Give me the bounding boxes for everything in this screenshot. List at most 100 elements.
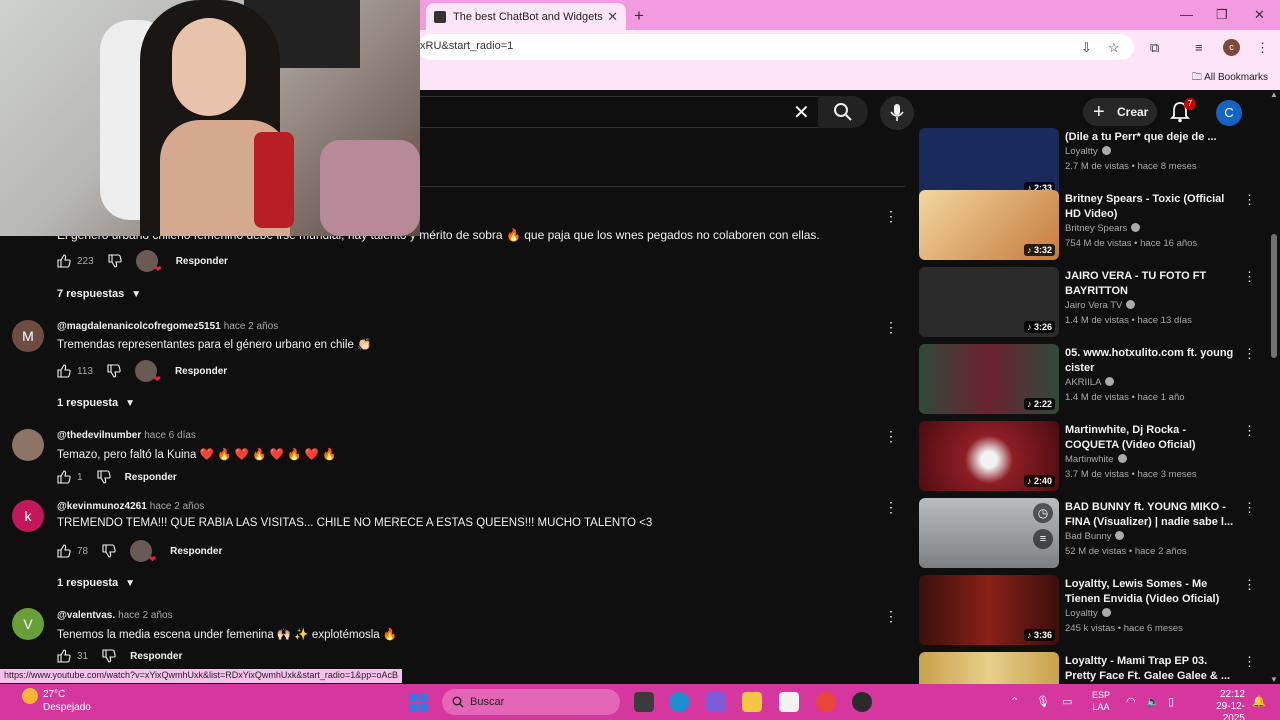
video-thumbnail[interactable]: ♪ 2:33 [919, 128, 1059, 198]
video-menu-icon[interactable]: ⋮ [1243, 192, 1256, 208]
related-video[interactable]: ♪ 3:26 JAIRO VERA - TU FOTO FT BAYRITTON… [916, 267, 1266, 337]
video-title[interactable]: Loyaltty, Lewis Somes - Me Tienen Envidi… [1065, 577, 1237, 607]
video-thumbnail[interactable]: ♪ 3:36 [919, 575, 1059, 645]
comment-menu-icon[interactable]: ⋮ [884, 428, 898, 445]
like-icon[interactable] [57, 470, 71, 484]
notifications-icon[interactable]: 🔔 [1252, 695, 1266, 708]
video-thumbnail[interactable]: ♪ 2:22 [919, 344, 1059, 414]
video-menu-icon[interactable]: ⋮ [1243, 500, 1256, 516]
voice-search-button[interactable] [880, 96, 914, 130]
microphone-icon[interactable]: 🎙 [1036, 695, 1050, 708]
file-explorer-icon[interactable] [742, 692, 762, 712]
view-replies-button[interactable]: 1 respuesta ▼ [57, 577, 135, 589]
video-menu-icon[interactable]: ⋮ [1243, 423, 1256, 439]
like-icon[interactable] [57, 254, 71, 268]
extensions-icon[interactable]: ⧉ [1150, 40, 1159, 56]
clear-search-icon[interactable]: ✕ [793, 100, 810, 125]
related-video[interactable]: ◷ ≡ BAD BUNNY ft. YOUNG MIKO - FINA (Vis… [916, 498, 1266, 568]
related-video[interactable]: ♪ 2:40 Martinwhite, Dj Rocka - COQUETA (… [916, 421, 1266, 491]
video-thumbnail[interactable]: ♪ 3:32 [919, 190, 1059, 260]
new-tab-icon[interactable]: + [634, 6, 644, 26]
reply-button[interactable]: Responder [175, 366, 227, 377]
network-icon[interactable]: ▭ [1062, 695, 1072, 708]
scroll-up-icon[interactable]: ▲ [1270, 90, 1278, 99]
close-window-icon[interactable]: ✕ [1254, 7, 1265, 23]
related-video[interactable]: ♪ 2:22 05. www.hotxulito.com ft. young c… [916, 344, 1266, 414]
view-replies-button[interactable]: 1 respuesta ▼ [57, 397, 135, 409]
bookmark-star-icon[interactable]: ☆ [1108, 40, 1120, 56]
copilot-icon[interactable] [706, 692, 726, 712]
video-title[interactable]: Martinwhite, Dj Rocka - COQUETA (Video O… [1065, 423, 1237, 453]
video-title[interactable]: BAD BUNNY ft. YOUNG MIKO - FINA (Visuali… [1065, 500, 1237, 530]
reply-button[interactable]: Responder [176, 256, 228, 267]
input-language[interactable]: ESP LAA [1092, 689, 1110, 713]
add-to-queue-icon[interactable]: ≡ [1033, 529, 1053, 549]
channel-name[interactable]: Loyaltty [1065, 608, 1111, 619]
like-icon[interactable] [57, 544, 71, 558]
chrome-icon[interactable] [816, 692, 836, 712]
install-app-icon[interactable]: ⇩ [1081, 40, 1092, 56]
browser-profile-avatar[interactable]: c [1223, 39, 1240, 56]
create-button[interactable]: + Crear [1083, 98, 1157, 126]
avatar[interactable] [12, 429, 44, 461]
comment-author[interactable]: @valentvas. hace 2 años [57, 610, 173, 621]
taskbar-search[interactable]: Buscar [442, 689, 620, 715]
avatar[interactable]: M [12, 320, 44, 352]
video-thumbnail[interactable]: ♪ 3:26 [919, 267, 1059, 337]
search-input[interactable] [418, 96, 818, 128]
user-avatar[interactable]: C [1216, 100, 1242, 126]
video-title[interactable]: Loyaltty - Mami Trap EP 03. Pretty Face … [1065, 654, 1237, 684]
maximize-icon[interactable]: ❐ [1216, 7, 1228, 23]
dislike-icon[interactable] [97, 470, 111, 484]
comment-author[interactable]: @magdalenanicolcofregomez5151 hace 2 años [57, 321, 278, 332]
page-scrollbar[interactable]: ▲ ▼ [1268, 90, 1280, 684]
video-menu-icon[interactable]: ⋮ [1243, 654, 1256, 670]
scrollbar-thumb[interactable] [1271, 234, 1277, 358]
video-title[interactable]: 05. www.hotxulito.com ft. young cister [1065, 346, 1237, 376]
dislike-icon[interactable] [102, 544, 116, 558]
video-title[interactable]: JAIRO VERA - TU FOTO FT BAYRITTON [1065, 269, 1237, 299]
address-bar[interactable]: xRU&start_radio=1 [418, 34, 1134, 60]
media-controls-icon[interactable]: ≡ [1195, 40, 1203, 55]
video-thumbnail[interactable]: ◷ ≡ [919, 498, 1059, 568]
volume-icon[interactable]: 🔈 [1146, 695, 1160, 708]
comment-menu-icon[interactable]: ⋮ [884, 319, 898, 336]
reply-button[interactable]: Responder [130, 651, 182, 662]
related-video[interactable]: ♪ 3:32 Britney Spears - Toxic (Official … [916, 190, 1266, 260]
channel-name[interactable]: Bad Bunny [1065, 531, 1125, 542]
reply-button[interactable]: Responder [125, 472, 177, 483]
all-bookmarks-button[interactable]: 🗀 All Bookmarks [1192, 70, 1268, 87]
tab-close-icon[interactable]: ✕ [607, 9, 618, 25]
video-title[interactable]: Britney Spears - Toxic (Official HD Vide… [1065, 192, 1237, 222]
show-hidden-icons-icon[interactable]: ⌃ [1010, 695, 1019, 708]
scroll-down-icon[interactable]: ▼ [1270, 675, 1278, 684]
battery-icon[interactable]: ▯ [1168, 695, 1174, 708]
dislike-icon[interactable] [107, 364, 121, 378]
comment-author[interactable]: @thedevilnumber hace 6 días [57, 430, 196, 441]
search-button[interactable] [818, 96, 868, 128]
avatar[interactable]: k [12, 500, 44, 532]
dislike-icon[interactable] [102, 649, 116, 663]
watch-later-icon[interactable]: ◷ [1033, 503, 1053, 523]
task-view-icon[interactable] [634, 692, 654, 712]
channel-name[interactable]: AKRIILA [1065, 377, 1115, 388]
weather-sun-icon[interactable] [22, 688, 38, 704]
video-menu-icon[interactable]: ⋮ [1243, 577, 1256, 593]
video-menu-icon[interactable]: ⋮ [1243, 346, 1256, 362]
weather-description[interactable]: Despejado [43, 702, 91, 713]
comment-menu-icon[interactable]: ⋮ [884, 208, 898, 225]
weather-temperature[interactable]: 27°C [43, 689, 65, 700]
related-video[interactable]: ♪ 3:36 Loyaltty, Lewis Somes - Me Tienen… [916, 575, 1266, 645]
video-thumbnail[interactable] [919, 652, 1059, 684]
related-video[interactable]: Loyaltty - Mami Trap EP 03. Pretty Face … [916, 652, 1266, 684]
minimize-icon[interactable]: — [1180, 7, 1193, 22]
wifi-icon[interactable]: ◠ [1126, 695, 1136, 708]
channel-name[interactable]: Britney Spears [1065, 223, 1141, 234]
video-thumbnail[interactable]: ♪ 2:40 [919, 421, 1059, 491]
edge-icon[interactable] [669, 692, 689, 712]
browser-menu-icon[interactable]: ⋮ [1256, 40, 1269, 56]
like-icon[interactable] [57, 364, 71, 378]
comment-menu-icon[interactable]: ⋮ [884, 499, 898, 516]
reply-button[interactable]: Responder [170, 546, 222, 557]
video-menu-icon[interactable]: ⋮ [1243, 269, 1256, 285]
